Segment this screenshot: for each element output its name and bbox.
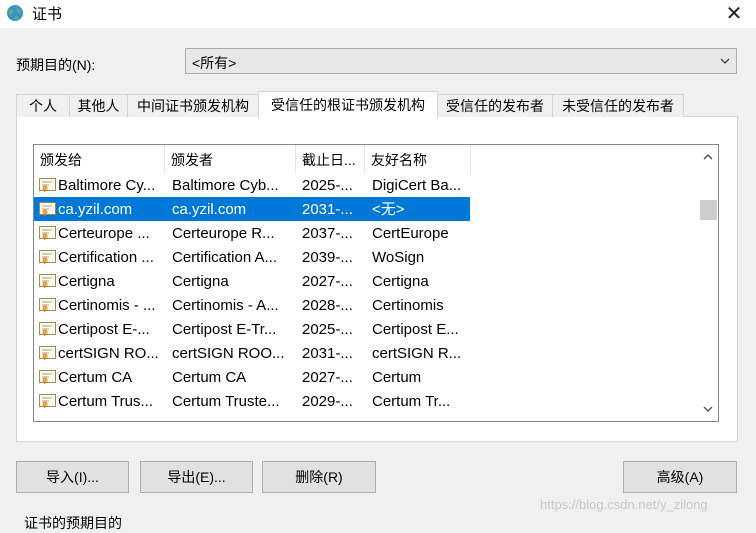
scroll-up-button[interactable]: [697, 147, 718, 167]
table-row[interactable]: certSIGN RO... certSIGN ROO... 2031-... cer…: [34, 341, 470, 365]
tab-label: 受信任的根证书颁发机构: [271, 97, 425, 113]
certificate-icon: [39, 298, 56, 312]
cell-issued-to: Certeurope ...: [58, 225, 150, 242]
cell-expiry: 2025-...: [302, 177, 353, 194]
import-button[interactable]: 导入(I)...: [16, 461, 129, 493]
cell-friendly: DigiCert Ba...: [372, 177, 462, 194]
cell-expiry: 2027-...: [302, 369, 353, 386]
chevron-down-icon: [720, 58, 730, 64]
cell-expiry: 2037-...: [302, 225, 353, 242]
tab-label: 其他人: [77, 98, 120, 114]
cell-issuer: Certigna: [172, 273, 229, 290]
column-header-expiry[interactable]: 截止日...: [296, 145, 365, 173]
advanced-button[interactable]: 高级(A): [623, 461, 737, 493]
certificate-icon: [39, 226, 56, 240]
table-row[interactable]: ca.yzil.com ca.yzil.com 2031-... <无>: [34, 197, 470, 221]
cell-issuer: certSIGN ROO...: [172, 345, 285, 362]
cell-issued-to: Certum Trus...: [58, 393, 154, 410]
cell-expiry: 2039-...: [302, 249, 353, 266]
cell-issuer: Certum CA: [172, 369, 247, 386]
chevron-down-icon: [703, 406, 712, 412]
cell-issuer: Certification A...: [172, 249, 278, 266]
cell-expiry: 2025-...: [302, 321, 353, 338]
cell-issued-to: Baltimore Cy...: [58, 177, 156, 194]
table-row[interactable]: Certum CA Certum CA 2027-... Certum: [34, 365, 470, 389]
cell-expiry: 2027-...: [302, 273, 353, 290]
cell-issued-to: Certigna: [58, 273, 115, 290]
table-row[interactable]: Certinomis - ... Certinomis - A... 2028-..…: [34, 293, 470, 317]
tab-trusted-publishers[interactable]: 受信任的发布者: [437, 94, 553, 117]
cell-expiry: 2029-...: [302, 393, 353, 410]
cell-issued-to: Certum CA: [58, 369, 133, 386]
cell-expiry: 2031-...: [302, 345, 353, 362]
certificate-globe-icon: [7, 5, 23, 21]
certificate-list[interactable]: 颁发给 颁发者 截止日... 友好名称 Baltimore Cy... Balti…: [33, 144, 719, 422]
cell-issued-to: Certipost E-...: [58, 321, 150, 338]
cell-friendly: Certigna: [372, 273, 429, 290]
cell-friendly: <无>: [372, 201, 405, 218]
table-row[interactable]: Certigna Certigna 2027-... Certigna: [34, 269, 470, 293]
column-header-friendly-name[interactable]: 友好名称: [365, 145, 471, 173]
tab-untrusted-publishers[interactable]: 未受信任的发布者: [552, 94, 684, 117]
purpose-dropdown[interactable]: <所有>: [185, 48, 737, 74]
cell-expiry: 2028-...: [302, 297, 353, 314]
cell-friendly: CertEurope: [372, 225, 449, 242]
purpose-label: 预期目的(N):: [16, 57, 96, 73]
column-header-issuer[interactable]: 颁发者: [165, 145, 296, 173]
cell-friendly: Certinomis: [372, 297, 444, 314]
tab-other-people[interactable]: 其他人: [69, 94, 128, 117]
cell-friendly: Certum: [372, 369, 422, 386]
list-header: 颁发给 颁发者 截止日... 友好名称: [34, 145, 694, 173]
certificate-icon: [39, 322, 56, 336]
cell-friendly: WoSign: [372, 249, 425, 266]
export-button[interactable]: 导出(E)...: [140, 461, 253, 493]
tab-label: 中间证书颁发机构: [137, 98, 249, 114]
purpose-section-label: 证书的预期目的: [24, 515, 122, 531]
cell-issued-to: ca.yzil.com: [58, 201, 133, 218]
tab-trusted-root-ca[interactable]: 受信任的根证书颁发机构: [258, 91, 438, 118]
cell-issuer: Certeurope R...: [172, 225, 275, 242]
table-row[interactable]: Certeurope ... Certeurope R... 2037-... Cer…: [34, 221, 470, 245]
table-row[interactable]: Certum Trus... Certum Truste... 2029-... Ce…: [34, 389, 470, 413]
cell-friendly: Certum Tr...: [372, 393, 451, 410]
close-icon: ✕: [725, 2, 743, 25]
cell-issued-to: certSIGN RO...: [58, 345, 159, 362]
cell-friendly: Certipost E...: [372, 321, 459, 338]
certificate-icon: [39, 250, 56, 264]
watermark-text: https://blog.csdn.net/y_zilong: [540, 497, 708, 512]
cell-expiry: 2031-...: [302, 201, 353, 218]
chevron-up-icon: [703, 154, 712, 160]
cell-issued-to: Certification ...: [58, 249, 154, 266]
remove-button[interactable]: 删除(R): [262, 461, 376, 493]
cell-issuer: ca.yzil.com: [172, 201, 247, 218]
tab-intermediate-ca[interactable]: 中间证书颁发机构: [127, 94, 259, 117]
scroll-down-button[interactable]: [697, 399, 718, 419]
cell-issuer: Baltimore Cyb...: [172, 177, 279, 194]
tab-label: 受信任的发布者: [446, 98, 544, 114]
table-row[interactable]: Certification ... Certification A... 2039-…: [34, 245, 470, 269]
certificate-icon: [39, 370, 56, 384]
table-row[interactable]: Certipost E-... Certipost E-Tr... 2025-...…: [34, 317, 470, 341]
window-title: 证书: [32, 6, 63, 23]
cell-friendly: certSIGN R...: [372, 345, 462, 362]
table-row[interactable]: Baltimore Cy... Baltimore Cyb... 2025-... D…: [34, 173, 470, 197]
tab-label: 个人: [29, 98, 57, 114]
column-header-issued-to[interactable]: 颁发给: [34, 145, 165, 173]
close-button[interactable]: ✕: [716, 0, 752, 26]
certificate-icon: [39, 202, 56, 216]
certificate-icon: [39, 178, 56, 192]
tab-label: 未受信任的发布者: [562, 98, 674, 114]
cell-issuer: Certipost E-Tr...: [172, 321, 277, 338]
purpose-selected-value: <所有>: [192, 55, 237, 71]
cell-issued-to: Certinomis - ...: [58, 297, 156, 314]
scrollbar-thumb[interactable]: [700, 200, 717, 220]
vertical-scrollbar[interactable]: [697, 145, 718, 421]
cell-issuer: Certum Truste...: [172, 393, 280, 410]
cell-issuer: Certinomis - A...: [172, 297, 279, 314]
certificate-icon: [39, 394, 56, 408]
tab-personal[interactable]: 个人: [16, 94, 70, 117]
title-bar: 证书 ✕: [0, 0, 756, 28]
certificate-icon: [39, 274, 56, 288]
certificate-icon: [39, 346, 56, 360]
